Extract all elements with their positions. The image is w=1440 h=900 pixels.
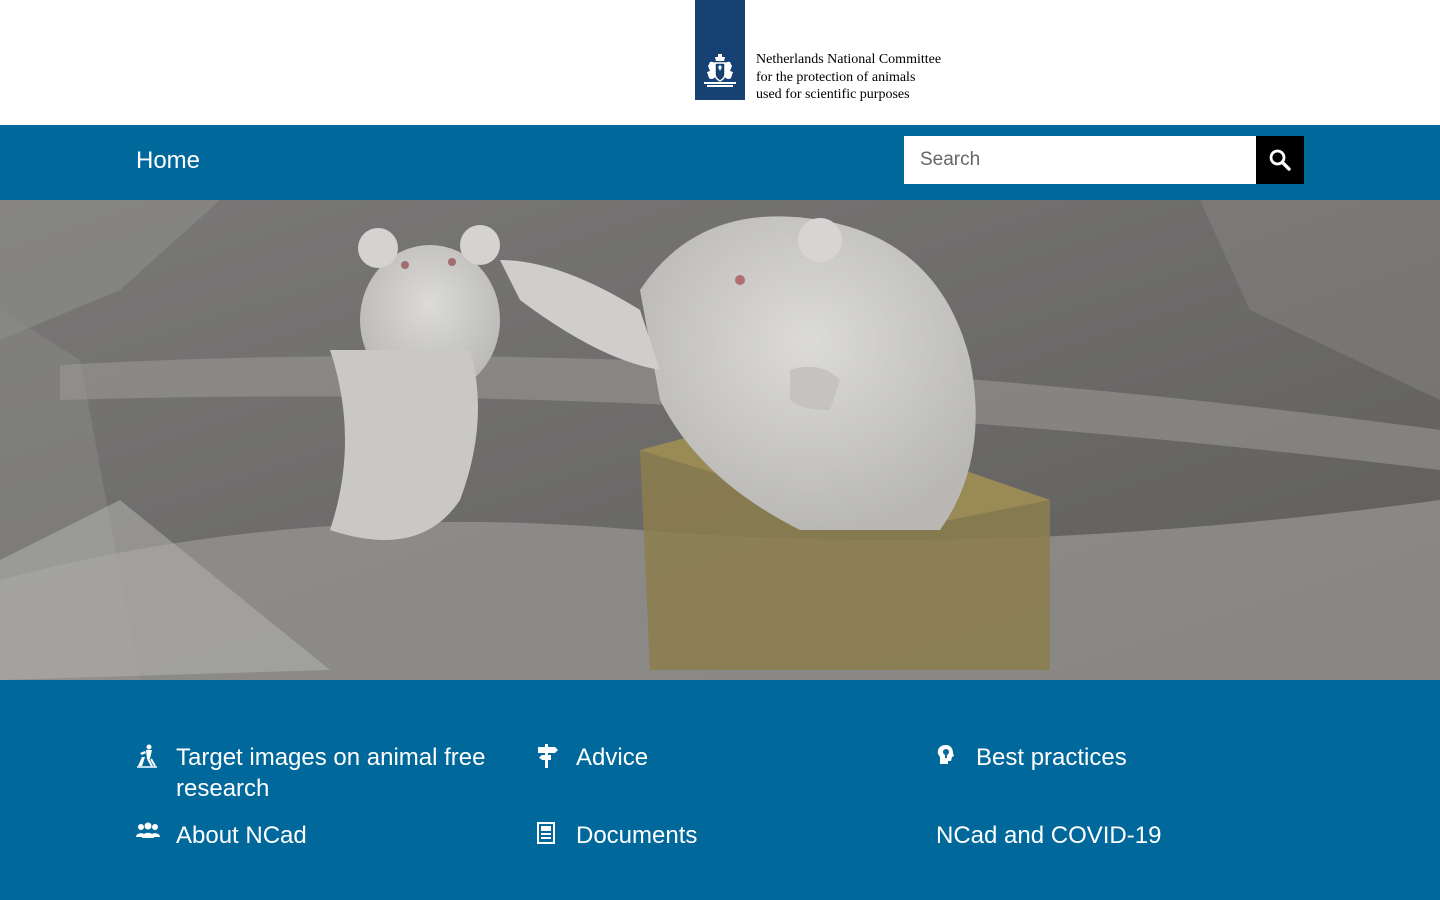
rats-in-cage-photo bbox=[0, 200, 1440, 680]
search-input[interactable] bbox=[904, 136, 1256, 184]
link-target-images-label: Target images on animal free research bbox=[176, 744, 486, 802]
organization-name: Netherlands National Committee for the p… bbox=[756, 51, 941, 104]
link-documents-label: Documents bbox=[576, 822, 698, 849]
link-target-images[interactable]: Target images on animal free research bbox=[136, 742, 496, 804]
organization-name-line-1: Netherlands National Committee bbox=[756, 52, 942, 67]
search-icon bbox=[1269, 149, 1291, 171]
royal-coat-of-arms-icon bbox=[704, 54, 736, 87]
link-best-practices-label: Best practices bbox=[976, 744, 1127, 771]
quick-links: Target images on animal free research Ad… bbox=[0, 680, 1440, 900]
logo-emblem[interactable] bbox=[695, 0, 745, 100]
link-documents[interactable]: Documents bbox=[536, 820, 896, 851]
search-button[interactable] bbox=[1256, 136, 1304, 184]
head-lightbulb-icon bbox=[936, 742, 976, 773]
link-about-ncad[interactable]: About NCad bbox=[136, 820, 496, 851]
people-icon bbox=[136, 820, 176, 851]
link-about-ncad-label: About NCad bbox=[176, 822, 307, 849]
link-advice[interactable]: Advice bbox=[536, 742, 896, 773]
organization-name-line-3: used for scientific purposes bbox=[756, 87, 910, 102]
hero-image bbox=[0, 200, 1440, 680]
link-ncad-covid-label: NCad and COVID-19 bbox=[936, 822, 1162, 849]
link-ncad-covid[interactable]: NCad and COVID-19 bbox=[936, 820, 1296, 851]
search-form bbox=[904, 136, 1304, 184]
site-header: Netherlands National Committee for the p… bbox=[0, 0, 1440, 125]
main-navigation: Home bbox=[0, 125, 1440, 200]
scientist-icon bbox=[136, 742, 176, 773]
link-advice-label: Advice bbox=[576, 744, 649, 771]
link-best-practices[interactable]: Best practices bbox=[936, 742, 1296, 773]
nav-home-link[interactable]: Home bbox=[136, 147, 200, 175]
organization-name-line-2: for the protection of animals bbox=[756, 69, 916, 85]
signpost-icon bbox=[536, 742, 576, 773]
document-icon bbox=[536, 820, 576, 851]
